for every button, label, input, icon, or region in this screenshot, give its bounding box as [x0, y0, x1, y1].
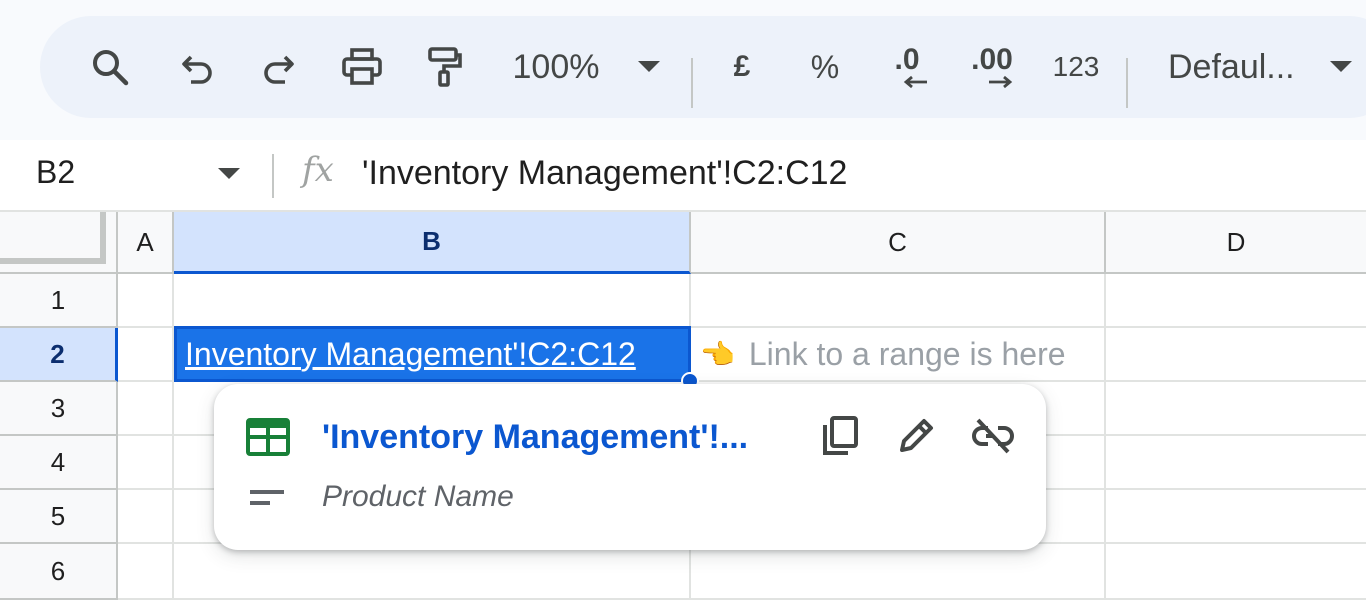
- zoom-value: 100%: [512, 47, 600, 86]
- formula-divider: [272, 154, 274, 198]
- fx-icon: fx: [302, 150, 334, 190]
- link-preview-popup: 'Inventory Management'!... Product Name: [214, 384, 1046, 550]
- undo-icon: [182, 55, 212, 84]
- paint-format-button[interactable]: [416, 16, 472, 118]
- search-button[interactable]: [82, 16, 138, 118]
- cell-d6[interactable]: [1106, 544, 1366, 600]
- more-formats-label: 123: [1052, 51, 1100, 82]
- row-header-5[interactable]: 5: [0, 490, 118, 544]
- formula-bar: B2 fx 'Inventory Management'!C2:C12: [0, 140, 1366, 212]
- arrow-right-icon: [989, 75, 1013, 89]
- formula-input[interactable]: 'Inventory Management'!C2:C12: [362, 154, 847, 193]
- namebox-dropdown-icon[interactable]: [218, 168, 240, 179]
- range-link[interactable]: Inventory Management'!C2:C12: [185, 336, 636, 373]
- edit-icon: [900, 419, 933, 452]
- cell-b1[interactable]: [174, 274, 691, 328]
- toolbar-area: 100% £ % .0 .00 123 Defaul...: [0, 0, 1366, 140]
- copy-link-button[interactable]: [816, 412, 864, 460]
- cell-d3[interactable]: [1106, 382, 1366, 436]
- increase-decimal-label: .00: [971, 43, 1013, 76]
- short-text-icon: [250, 490, 284, 505]
- link-subtitle: Product Name: [322, 480, 514, 513]
- font-select[interactable]: Defaul...: [1158, 16, 1318, 118]
- row-header-4[interactable]: 4: [0, 436, 118, 490]
- cell-a4[interactable]: [118, 436, 174, 490]
- column-header-c[interactable]: C: [691, 212, 1106, 274]
- cell-b2[interactable]: Inventory Management'!C2:C12: [174, 326, 691, 382]
- percent-format-button[interactable]: %: [802, 16, 848, 118]
- cell-c6[interactable]: [691, 544, 1106, 600]
- cell-c1[interactable]: [691, 274, 1106, 328]
- cell-a3[interactable]: [118, 382, 174, 436]
- cell-a6[interactable]: [118, 544, 174, 600]
- percent-label: %: [810, 48, 840, 85]
- currency-format-button[interactable]: £: [720, 16, 764, 118]
- cell-b6[interactable]: [174, 544, 691, 600]
- row-header-1[interactable]: 1: [0, 274, 118, 328]
- font-dropdown-icon: [1330, 61, 1352, 72]
- sheets-grid-icon: [246, 418, 290, 456]
- zoom-dropdown[interactable]: [632, 16, 666, 118]
- select-all-corner[interactable]: [0, 212, 118, 274]
- redo-button[interactable]: [250, 16, 306, 118]
- cell-d5[interactable]: [1106, 490, 1366, 544]
- toolbar-divider: [691, 58, 693, 108]
- search-icon: [93, 50, 129, 86]
- decrease-decimal-label: .0: [894, 43, 920, 76]
- column-header-b[interactable]: B: [174, 212, 691, 274]
- print-button[interactable]: [334, 16, 390, 118]
- more-formats-button[interactable]: 123: [1046, 16, 1106, 118]
- link-title[interactable]: 'Inventory Management'!...: [322, 418, 748, 457]
- cell-d2[interactable]: [1106, 328, 1366, 382]
- corner-freeze-handle[interactable]: [0, 212, 106, 264]
- remove-link-button[interactable]: [969, 412, 1017, 460]
- increase-decimal-button[interactable]: .00: [962, 16, 1022, 118]
- column-header-d[interactable]: D: [1106, 212, 1366, 274]
- cell-d4[interactable]: [1106, 436, 1366, 490]
- zoom-dropdown-icon: [638, 61, 660, 72]
- redo-icon: [264, 55, 294, 84]
- font-value: Defaul...: [1168, 47, 1295, 86]
- unlink-icon: [972, 418, 1014, 454]
- column-header-a[interactable]: A: [118, 212, 174, 274]
- cell-c2-note: 👈 Link to a range is here: [700, 336, 1066, 373]
- row-header-2[interactable]: 2: [0, 328, 118, 382]
- toolbar: 100% £ % .0 .00 123 Defaul...: [40, 16, 1366, 118]
- arrow-left-icon: [903, 75, 927, 89]
- edit-link-button[interactable]: [892, 412, 940, 460]
- zoom-select[interactable]: 100%: [506, 16, 606, 118]
- cell-a2[interactable]: [118, 328, 174, 382]
- cell-a1[interactable]: [118, 274, 174, 328]
- paint-format-icon: [428, 47, 462, 87]
- row-header-3[interactable]: 3: [0, 382, 118, 436]
- copy-icon: [823, 416, 858, 455]
- font-dropdown[interactable]: [1324, 16, 1358, 118]
- pointing-hand-icon: 👈: [700, 339, 735, 370]
- cell-d1[interactable]: [1106, 274, 1366, 328]
- decrease-decimal-button[interactable]: .0: [880, 16, 934, 118]
- print-icon: [342, 48, 382, 85]
- name-box[interactable]: B2: [36, 154, 75, 191]
- cell-a5[interactable]: [118, 490, 174, 544]
- currency-label: £: [733, 50, 751, 83]
- row-header-6[interactable]: 6: [0, 544, 118, 600]
- undo-button[interactable]: [170, 16, 226, 118]
- toolbar-divider: [1126, 58, 1128, 108]
- c2-note-text: Link to a range is here: [748, 336, 1066, 372]
